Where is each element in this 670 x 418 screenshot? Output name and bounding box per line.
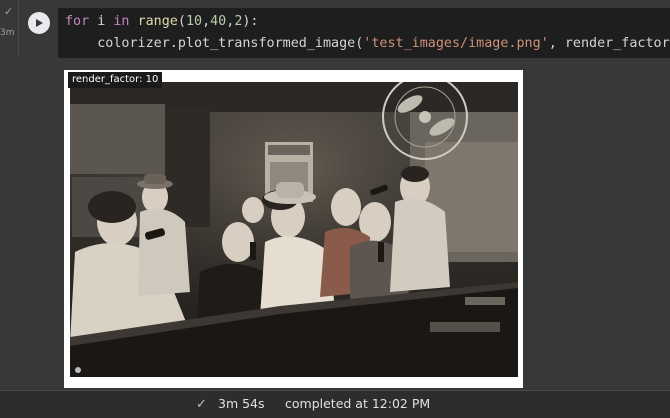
code-token: ): xyxy=(242,14,259,29)
play-icon xyxy=(36,19,43,27)
checkmark-icon: ✓ xyxy=(4,5,14,18)
checkmark-icon: ✓ xyxy=(196,397,207,412)
code-token: , render_factor=i, xyxy=(548,36,670,51)
code-token: range xyxy=(137,14,178,29)
code-token: 40 xyxy=(210,14,227,29)
status-bar: ✓ 3m 54s completed at 12:02 PM xyxy=(0,390,670,418)
status-duration: 3m 54s xyxy=(218,396,265,411)
code-token: i xyxy=(89,14,114,29)
colorized-photo xyxy=(70,82,518,377)
cell-gutter: ✓ 3m xyxy=(0,0,18,390)
code-token: 10 xyxy=(185,14,203,29)
code-token: in xyxy=(113,14,130,29)
code-token: colorizer.plot_transformed_image( xyxy=(97,36,364,51)
code-editor[interactable]: for i in range(10,40,2): colorizer.plot_… xyxy=(58,8,670,59)
code-token: for xyxy=(65,14,90,29)
run-cell-button[interactable] xyxy=(28,12,50,34)
render-factor-label: render_factor: 10 xyxy=(68,72,163,88)
code-token: , xyxy=(202,14,211,29)
code-token: ( xyxy=(177,14,186,29)
execution-time: 3m xyxy=(0,28,15,38)
bar-scene-image xyxy=(70,82,518,377)
code-token: 'test_images/image.png' xyxy=(363,36,549,51)
status-completed: completed at 12:02 PM xyxy=(285,396,431,411)
